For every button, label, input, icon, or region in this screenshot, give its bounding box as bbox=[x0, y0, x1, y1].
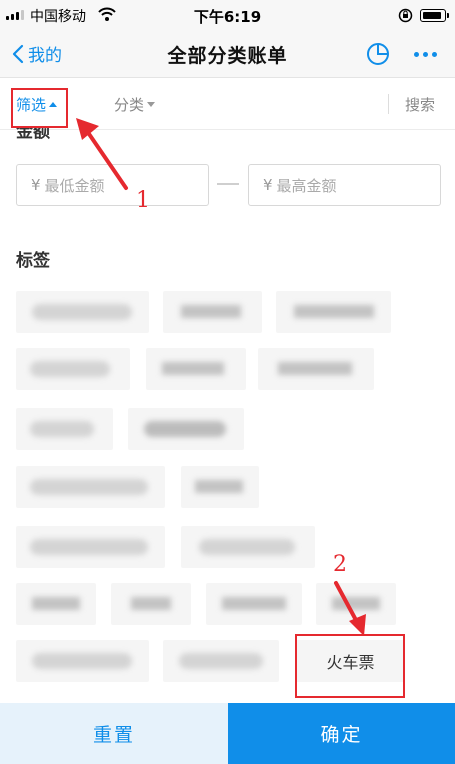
max-amount-placeholder: 最高金额 bbox=[276, 176, 337, 195]
status-bar: 中国移动 下午6:19 bbox=[0, 0, 455, 32]
tab-category-label: 分类 bbox=[114, 96, 145, 114]
orientation-lock-icon bbox=[398, 8, 413, 23]
battery-icon bbox=[420, 9, 449, 22]
tag-chip[interactable] bbox=[16, 408, 113, 450]
max-amount-input[interactable]: ¥ 最高金额 bbox=[248, 164, 441, 206]
tags-section-title: 标签 bbox=[16, 251, 50, 271]
tag-chip[interactable] bbox=[111, 583, 191, 625]
tag-chip[interactable] bbox=[128, 408, 244, 450]
caret-down-icon bbox=[147, 102, 156, 107]
currency-symbol: ¥ bbox=[31, 176, 41, 194]
caret-up-icon bbox=[49, 102, 58, 107]
annotation-number-2: 2 bbox=[333, 552, 347, 577]
tag-chip[interactable] bbox=[16, 466, 165, 508]
tab-divider bbox=[388, 94, 389, 114]
tab-filter[interactable]: 筛选 bbox=[16, 94, 58, 115]
tag-chip[interactable] bbox=[163, 291, 262, 333]
currency-symbol: ¥ bbox=[263, 176, 273, 194]
range-divider bbox=[217, 183, 239, 185]
status-time: 下午6:19 bbox=[193, 8, 262, 26]
confirm-button[interactable]: 确定 bbox=[228, 703, 455, 764]
tag-chip[interactable] bbox=[316, 583, 396, 625]
tag-chip[interactable] bbox=[276, 291, 391, 333]
amount-section-title: 金额 bbox=[16, 126, 50, 140]
reset-button[interactable]: 重置 bbox=[0, 703, 228, 764]
annotation-number-1: 1 bbox=[136, 188, 150, 213]
tag-chip[interactable] bbox=[163, 640, 279, 682]
tag-chip[interactable] bbox=[206, 583, 302, 625]
min-amount-input[interactable]: ¥ 最低金额 bbox=[16, 164, 209, 206]
tag-chip[interactable] bbox=[181, 526, 315, 568]
tab-search[interactable]: 搜索 bbox=[405, 94, 435, 115]
nav-bar: 我的 全部分类账单 bbox=[0, 32, 455, 78]
tag-chip[interactable] bbox=[16, 291, 149, 333]
pie-chart-icon[interactable] bbox=[366, 42, 390, 66]
tag-chip[interactable] bbox=[16, 348, 130, 390]
tag-train-ticket[interactable]: 火车票 bbox=[297, 640, 404, 682]
more-dots-icon[interactable] bbox=[414, 52, 437, 57]
tag-chip[interactable] bbox=[146, 348, 246, 390]
min-amount-placeholder: 最低金额 bbox=[44, 176, 105, 195]
tab-category[interactable]: 分类 bbox=[114, 94, 156, 115]
tag-chip[interactable] bbox=[258, 348, 374, 390]
tag-chip[interactable] bbox=[16, 640, 149, 682]
tab-filter-label: 筛选 bbox=[16, 96, 47, 114]
tag-chip[interactable] bbox=[181, 466, 259, 508]
tag-chip[interactable] bbox=[16, 526, 165, 568]
tag-chip[interactable] bbox=[16, 583, 96, 625]
filter-tabs: 筛选 分类 搜索 bbox=[0, 78, 455, 130]
